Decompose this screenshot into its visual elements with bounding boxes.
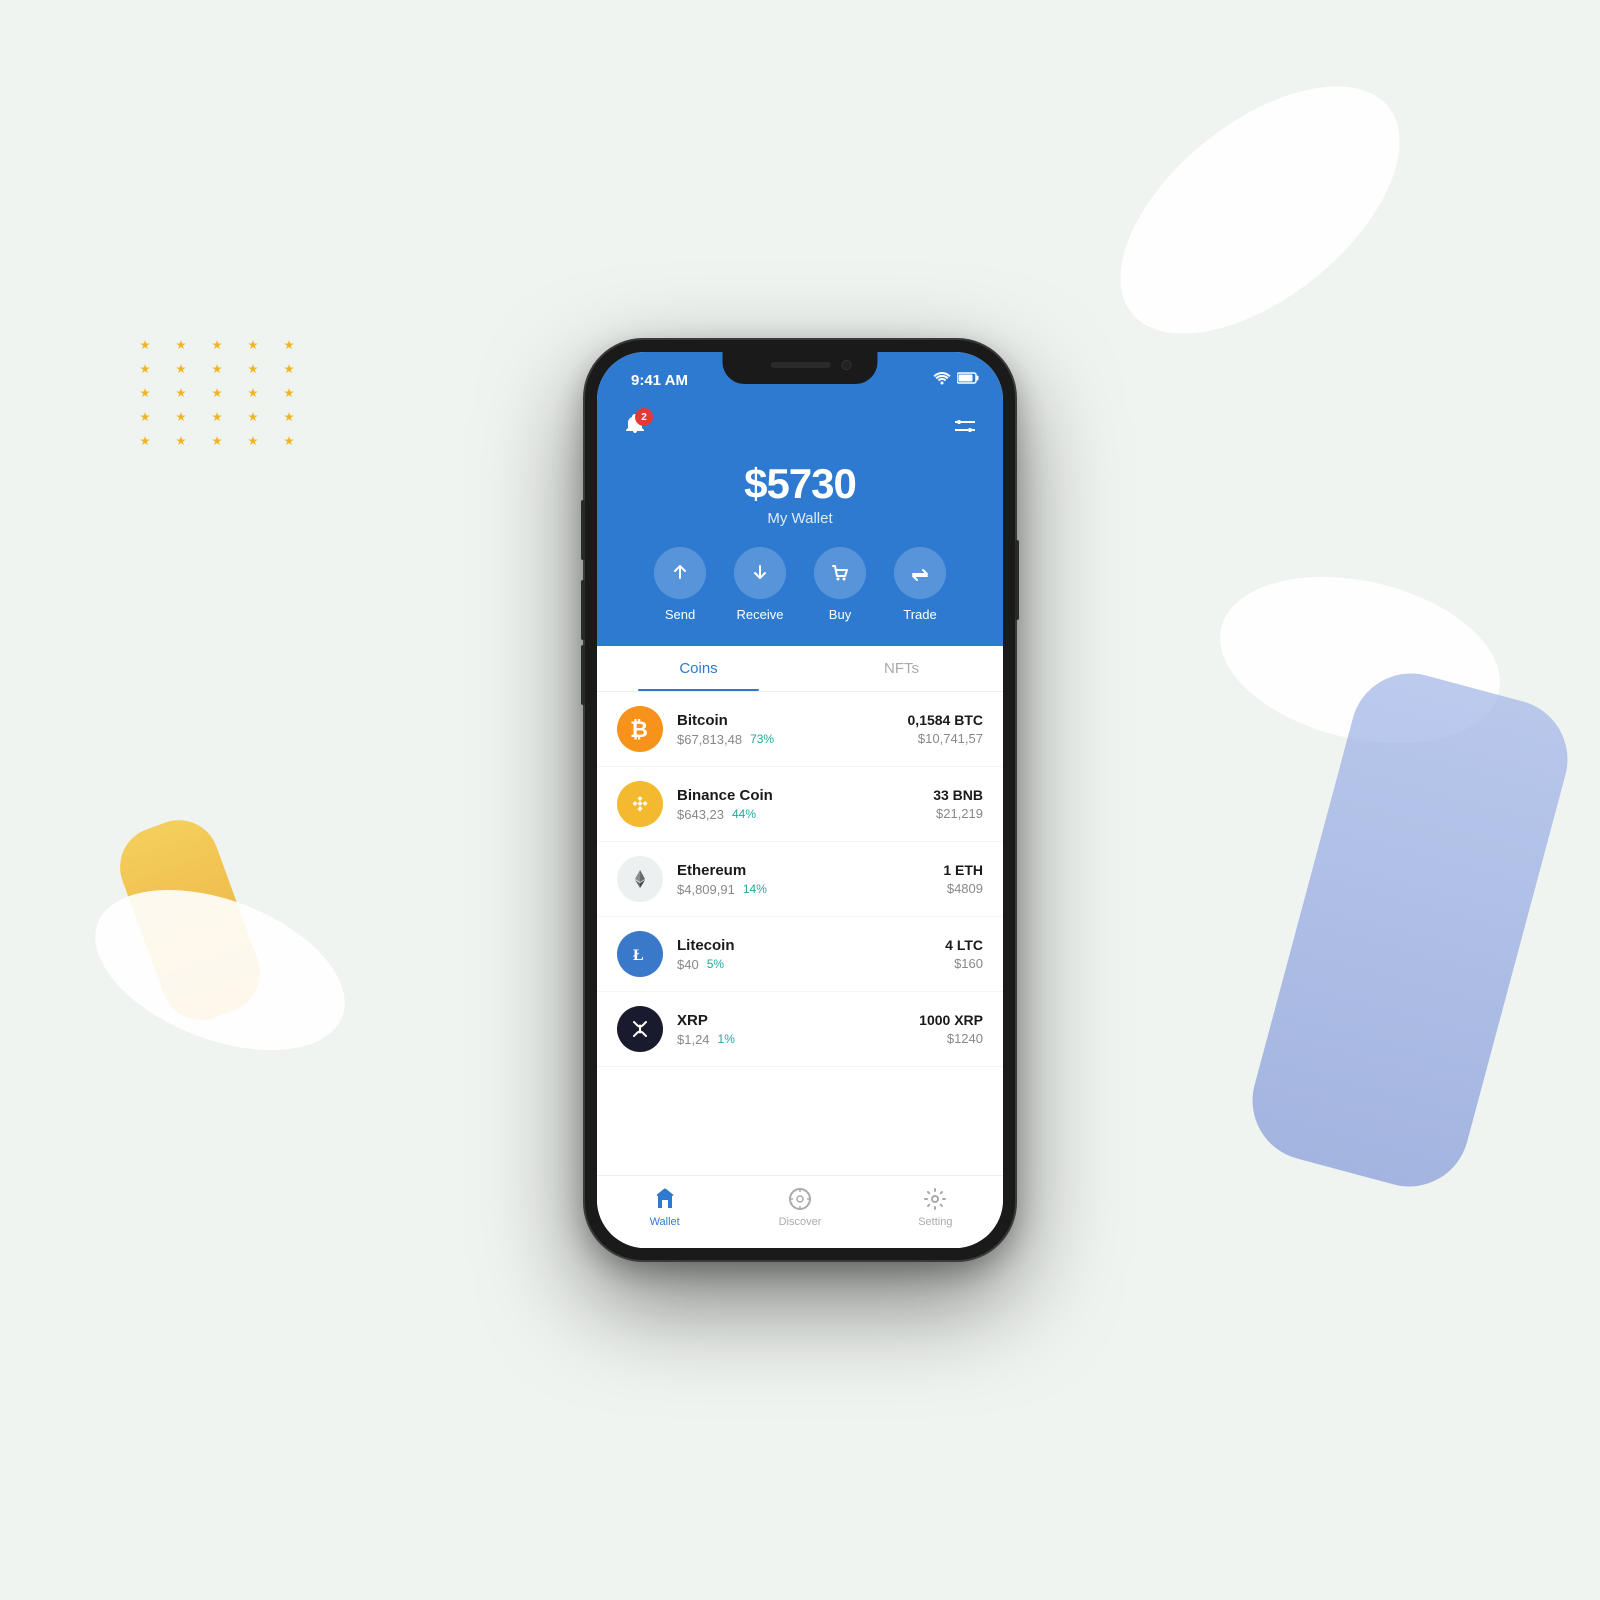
phone-shell: 9:41 AM [585,340,1015,1260]
svg-text:₿: ₿ [630,717,648,742]
xrp-change: 1% [718,1032,735,1046]
decorative-dots [140,340,306,446]
bnb-amount: 33 BNB [933,787,983,803]
xrp-icon [617,1006,663,1052]
wallet-nav-icon [652,1186,678,1212]
action-buttons: Send Receive [617,547,983,622]
btc-info: Bitcoin $67,813,48 73% [677,712,908,747]
ltc-info: Litecoin $40 5% [677,937,945,972]
balance-amount: $5730 [617,460,983,508]
notch-speaker [770,362,830,368]
receive-button[interactable]: Receive [734,547,786,622]
buy-label: Buy [829,607,851,622]
btc-price: $67,813,48 [677,732,742,747]
xrp-price-row: $1,24 1% [677,1032,919,1047]
btc-price-row: $67,813,48 73% [677,732,908,747]
eth-holdings: 1 ETH $4809 [943,862,983,896]
setting-nav-icon [922,1186,948,1212]
phone-notch [723,352,878,384]
bnb-price: $643,23 [677,807,724,822]
bnb-price-row: $643,23 44% [677,807,933,822]
tabs-section: Coins NFTs [597,646,1003,692]
bnb-change: 44% [732,807,756,821]
setting-nav-label: Setting [918,1216,952,1228]
receive-icon-circle [734,547,786,599]
trade-icon-circle [894,547,946,599]
xrp-price: $1,24 [677,1032,710,1047]
ltc-price: $40 [677,957,699,972]
coin-item-bnb[interactable]: Binance Coin $643,23 44% 33 BNB $21,219 [597,767,1003,842]
coin-item-eth[interactable]: Ethereum $4,809,91 14% 1 ETH $4809 [597,842,1003,917]
ltc-icon: Ł [617,931,663,977]
phone-screen: 9:41 AM [597,352,1003,1248]
coin-item-btc[interactable]: ₿ Bitcoin $67,813,48 73% 0,1584 BTC $10,… [597,692,1003,767]
xrp-info: XRP $1,24 1% [677,1012,919,1047]
eth-info: Ethereum $4,809,91 14% [677,862,943,897]
battery-icon [957,371,979,389]
ltc-value: $160 [945,956,983,971]
trade-label: Trade [903,607,936,622]
decorative-ribbon-blue [1239,660,1581,1200]
xrp-amount: 1000 XRP [919,1012,983,1028]
wallet-nav-label: Wallet [650,1216,680,1228]
eth-price-row: $4,809,91 14% [677,882,943,897]
btc-holdings: 0,1584 BTC $10,741,57 [908,712,983,746]
receive-label: Receive [737,607,784,622]
wifi-icon [933,371,951,390]
btc-amount: 0,1584 BTC [908,712,983,728]
bnb-icon [617,781,663,827]
discover-nav-label: Discover [779,1216,822,1228]
bottom-nav: Wallet Discover [597,1175,1003,1248]
notification-button[interactable]: 2 [617,408,653,444]
nav-wallet[interactable]: Wallet [597,1186,732,1228]
filter-button[interactable] [947,408,983,444]
tab-nfts[interactable]: NFTs [800,646,1003,691]
header: 2 $5730 My Wallet [597,400,1003,646]
bnb-info: Binance Coin $643,23 44% [677,787,933,822]
coin-list: ₿ Bitcoin $67,813,48 73% 0,1584 BTC $10,… [597,692,1003,1175]
status-icons [933,371,979,390]
ltc-price-row: $40 5% [677,957,945,972]
svg-text:Ł: Ł [633,947,644,964]
btc-value: $10,741,57 [908,731,983,746]
trade-button[interactable]: Trade [894,547,946,622]
btc-icon: ₿ [617,706,663,752]
nav-discover[interactable]: Discover [732,1186,867,1228]
tab-coins[interactable]: Coins [597,646,800,691]
ltc-amount: 4 LTC [945,937,983,953]
xrp-name: XRP [677,1012,919,1029]
send-button[interactable]: Send [654,547,706,622]
bnb-name: Binance Coin [677,787,933,804]
eth-value: $4809 [943,881,983,896]
discover-nav-icon [787,1186,813,1212]
coin-item-xrp[interactable]: XRP $1,24 1% 1000 XRP $1240 [597,992,1003,1067]
nav-setting[interactable]: Setting [868,1186,1003,1228]
status-time: 9:41 AM [631,372,688,389]
send-icon-circle [654,547,706,599]
decorative-ribbon-white-top [1105,36,1415,385]
eth-price: $4,809,91 [677,882,735,897]
send-label: Send [665,607,695,622]
ltc-holdings: 4 LTC $160 [945,937,983,971]
header-top: 2 [617,408,983,444]
ltc-change: 5% [707,957,724,971]
balance-label: My Wallet [617,510,983,527]
bnb-holdings: 33 BNB $21,219 [933,787,983,821]
notification-badge: 2 [635,408,653,426]
eth-name: Ethereum [677,862,943,879]
buy-icon-circle [814,547,866,599]
bnb-value: $21,219 [933,806,983,821]
eth-amount: 1 ETH [943,862,983,878]
eth-change: 14% [743,882,767,896]
balance-section: $5730 My Wallet [617,460,983,527]
coin-item-ltc[interactable]: Ł Litecoin $40 5% 4 LTC $160 [597,917,1003,992]
btc-name: Bitcoin [677,712,908,729]
buy-button[interactable]: Buy [814,547,866,622]
xrp-value: $1240 [919,1031,983,1046]
eth-icon [617,856,663,902]
btc-change: 73% [750,732,774,746]
xrp-holdings: 1000 XRP $1240 [919,1012,983,1046]
notch-camera [842,360,852,370]
ltc-name: Litecoin [677,937,945,954]
